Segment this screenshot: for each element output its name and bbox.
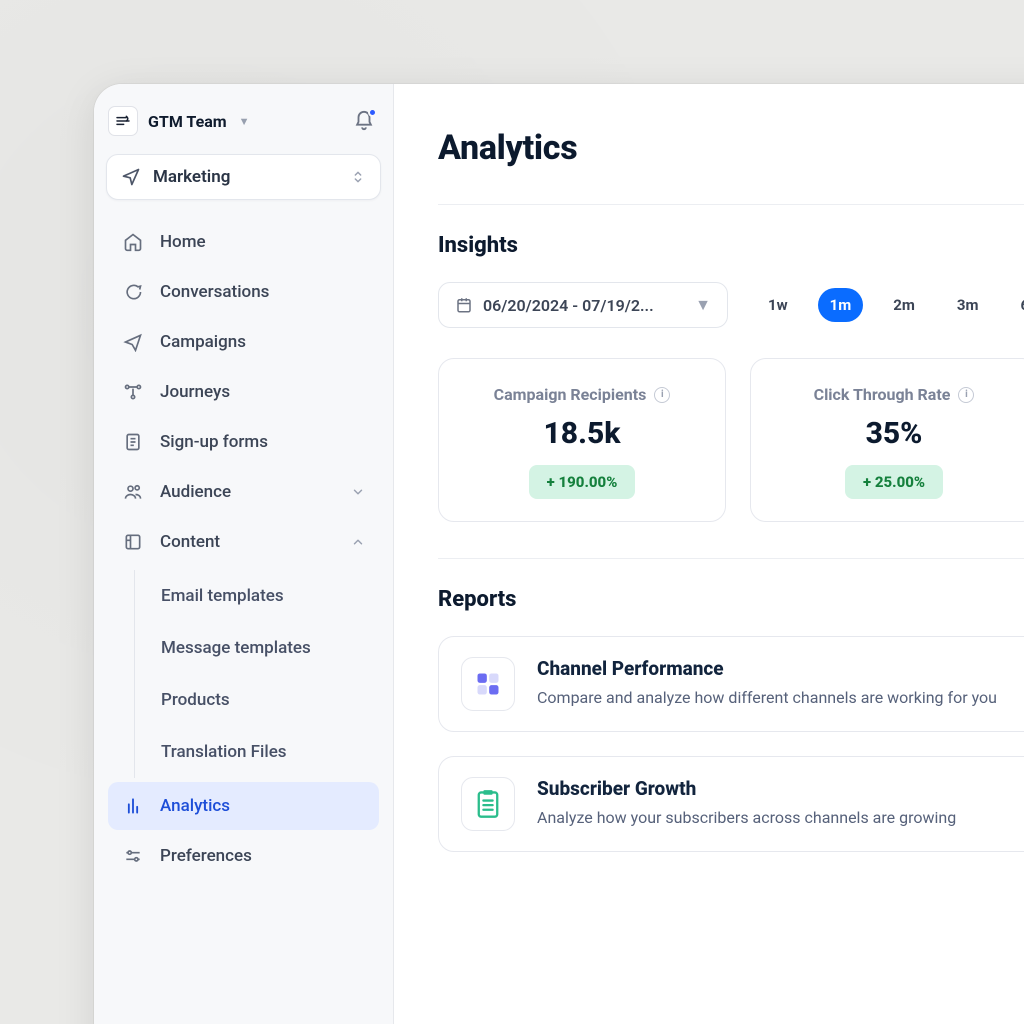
sidebar-item-campaigns[interactable]: Campaigns [108,318,379,366]
chevron-up-icon [351,535,365,549]
report-body: Subscriber Growth Analyze how your subsc… [537,777,956,830]
report-channel-performance[interactable]: Channel Performance Compare and analyze … [438,636,1024,732]
sidebar-item-translation-files[interactable]: Translation Files [139,726,379,778]
sidebar-item-label: Sign-up forms [160,432,268,452]
divider [438,558,1024,559]
period-2m[interactable]: 2m [881,288,927,322]
brand-logo [108,106,138,136]
flow-icon [122,382,144,402]
sidebar-item-label: Audience [160,482,231,502]
sidebar-item-label: Conversations [160,282,269,302]
sidebar-item-label: Message templates [161,638,311,658]
info-icon[interactable]: i [958,387,974,403]
sidebar-item-audience[interactable]: Audience [108,468,379,516]
insights-controls: 06/20/2024 - 07/19/2... ▼ 1w 1m 2m 3m 6m… [438,282,1024,328]
sidebar: GTM Team ▼ Marketing Home [94,84,394,1024]
sidebar-item-message-templates[interactable]: Message templates [139,622,379,674]
content-submenu: Email templates Message templates Produc… [134,570,379,778]
team-switcher-row: GTM Team ▼ [106,100,381,150]
notifications-button[interactable] [353,110,375,132]
sidebar-item-products[interactable]: Products [139,674,379,726]
team-name: GTM Team [148,112,227,131]
report-description: Analyze how your subscribers across chan… [537,806,956,830]
metric-delta: + 190.00% [529,465,636,499]
sidebar-item-analytics[interactable]: Analytics [108,782,379,830]
chevrons-up-down-icon [350,169,366,185]
sliders-icon [122,846,144,866]
chart-icon [122,796,144,816]
sidebar-item-home[interactable]: Home [108,218,379,266]
layout-icon [122,532,144,552]
caret-down-icon: ▼ [695,295,711,315]
primary-nav: Home Conversations Campaigns Journeys Si… [106,218,381,880]
period-6m[interactable]: 6m [1008,288,1024,322]
sidebar-item-label: Translation Files [161,742,287,762]
form-icon [122,432,144,452]
report-body: Channel Performance Compare and analyze … [537,657,997,710]
caret-down-icon: ▼ [239,115,250,128]
metric-label: Campaign Recipients [494,385,647,404]
sidebar-item-label: Preferences [160,846,252,866]
clipboard-icon [461,777,515,831]
metric-card-recipients[interactable]: Campaign Recipients i 18.5k + 190.00% [438,358,726,522]
chat-icon [122,282,144,302]
metric-value: 18.5k [457,416,707,451]
date-range-picker[interactable]: 06/20/2024 - 07/19/2... ▼ [438,282,728,328]
home-icon [122,232,144,252]
sidebar-item-preferences[interactable]: Preferences [108,832,379,880]
notification-dot [368,108,377,117]
main-content: Analytics Insights 06/20/2024 - 07/19/2.… [394,84,1024,1024]
insights-heading: Insights [438,233,1024,258]
metric-label: Click Through Rate [814,385,951,404]
sidebar-item-email-templates[interactable]: Email templates [139,570,379,622]
reports-heading: Reports [438,587,1024,612]
sidebar-item-journeys[interactable]: Journeys [108,368,379,416]
sidebar-item-label: Analytics [160,796,230,816]
sidebar-item-label: Journeys [160,382,230,402]
sidebar-item-label: Products [161,690,230,710]
send-icon [122,332,144,352]
users-icon [122,482,144,502]
calendar-icon [455,296,473,314]
workspace-label: Marketing [153,167,338,187]
date-range-value: 06/20/2024 - 07/19/2... [483,296,654,315]
chevron-down-icon [351,485,365,499]
sidebar-item-label: Campaigns [160,332,246,352]
period-3m[interactable]: 3m [945,288,991,322]
sidebar-item-label: Content [160,532,220,552]
report-title: Channel Performance [537,657,997,680]
sidebar-item-label: Email templates [161,586,284,606]
reports-list: Channel Performance Compare and analyze … [438,636,1024,852]
metric-value: 35% [769,416,1019,451]
workspace-selector[interactable]: Marketing [106,154,381,200]
period-1m[interactable]: 1m [818,288,864,322]
period-toggle: 1w 1m 2m 3m 6m 1y [756,288,1024,322]
period-1w[interactable]: 1w [756,288,800,322]
metric-delta: + 25.00% [845,465,943,499]
sidebar-item-conversations[interactable]: Conversations [108,268,379,316]
app-window: GTM Team ▼ Marketing Home [94,84,1024,1024]
sidebar-item-signup-forms[interactable]: Sign-up forms [108,418,379,466]
metric-card-ctr[interactable]: Click Through Rate i 35% + 25.00% [750,358,1024,522]
metric-cards: Campaign Recipients i 18.5k + 190.00% Cl… [438,358,1024,522]
team-switcher[interactable]: GTM Team ▼ [108,106,250,136]
report-title: Subscriber Growth [537,777,956,800]
report-description: Compare and analyze how different channe… [537,686,997,710]
divider [438,204,1024,205]
report-subscriber-growth[interactable]: Subscriber Growth Analyze how your subsc… [438,756,1024,852]
sidebar-item-content[interactable]: Content [108,518,379,566]
page-title: Analytics [438,128,1024,168]
sidebar-item-label: Home [160,232,206,252]
grid-icon [461,657,515,711]
paper-plane-icon [121,167,141,187]
info-icon[interactable]: i [654,387,670,403]
